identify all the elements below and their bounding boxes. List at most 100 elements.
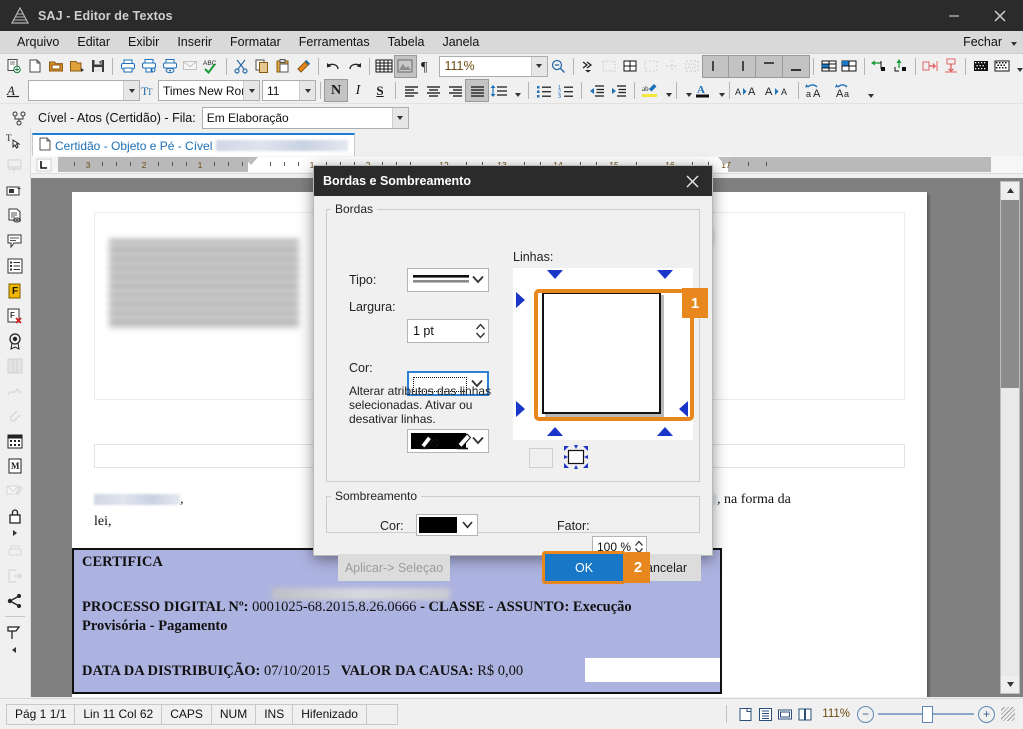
continuous-view-icon[interactable] (755, 705, 775, 723)
scrollbar-thumb[interactable] (1001, 200, 1019, 388)
cor-sombreamento-dropdown-arrow[interactable] (462, 518, 473, 532)
document-tab-certidao[interactable]: Certidão - Objeto e Pé - Cível (32, 133, 356, 156)
cut-icon[interactable] (231, 56, 252, 77)
vertical-line-icon[interactable] (701, 54, 731, 78)
numbered-list-icon[interactable]: 123 (555, 80, 577, 101)
insert-table-icon[interactable] (619, 56, 640, 77)
field-shading-icon[interactable] (598, 56, 619, 77)
largura-spinbox[interactable]: 1 pt (407, 319, 489, 343)
insert-bookmark-icon[interactable] (869, 56, 890, 77)
chevron-down-icon[interactable] (1011, 42, 1017, 46)
minimize-button[interactable] (931, 0, 977, 31)
blank-page-icon[interactable] (25, 56, 46, 77)
menu-arquivo[interactable]: Arquivo (8, 33, 68, 51)
tipo-combobox[interactable] (407, 268, 489, 292)
font-name-combobox[interactable]: Times New Romar (158, 80, 260, 101)
open-file-icon[interactable] (67, 56, 88, 77)
paragraph-style-combobox[interactable] (28, 80, 140, 101)
draw-border-icon[interactable] (455, 431, 475, 454)
delete-field-icon[interactable]: F (1, 303, 29, 328)
indent-marker-left[interactable] (244, 157, 258, 165)
line-toggle-left-top-icon[interactable] (516, 292, 525, 308)
italic-button[interactable]: I (347, 80, 369, 101)
increase-font-icon[interactable]: AA (734, 80, 764, 101)
merge-down-icon[interactable] (940, 56, 961, 77)
menu-editar[interactable]: Editar (68, 33, 119, 51)
attachment-icon[interactable] (1, 403, 29, 428)
insert-anchor-icon[interactable] (890, 56, 911, 77)
tipo-dropdown-arrow[interactable] (472, 273, 484, 287)
open-folder-icon[interactable] (46, 56, 67, 77)
justify-icon[interactable] (465, 79, 489, 102)
comment-icon[interactable] (1, 228, 29, 253)
line-spacing-icon[interactable] (488, 80, 510, 101)
highlight-dropdown-icon[interactable] (666, 92, 672, 97)
font-effects-icon[interactable]: A (4, 80, 26, 101)
largura-spin-buttons[interactable] (475, 323, 486, 339)
crosshair-icon[interactable] (661, 56, 682, 77)
shading-dark-icon[interactable] (970, 56, 991, 77)
model-icon[interactable]: M (1, 453, 29, 478)
mail-merge-icon[interactable] (1, 478, 29, 503)
align-center-icon[interactable] (422, 80, 444, 101)
lock-icon[interactable] (1, 503, 29, 528)
text-color-dropdown-icon[interactable] (719, 92, 725, 97)
bar-line-icon[interactable] (728, 54, 757, 78)
shading-dropdown-icon[interactable] (1016, 68, 1023, 72)
status-hifenizado[interactable]: Hifenizado (292, 703, 367, 725)
align-left-icon[interactable] (400, 80, 422, 101)
font-name-dropdown-arrow[interactable] (243, 81, 259, 100)
case-dropdown-icon[interactable] (868, 93, 874, 98)
rail-expand-icon[interactable] (1, 528, 29, 538)
spellcheck-icon[interactable]: ABC (201, 56, 222, 77)
table-borders-icon[interactable] (640, 56, 661, 77)
export-icon[interactable] (1, 563, 29, 588)
fila-combobox[interactable]: Em Elaboração (201, 107, 409, 129)
text-cursor-icon[interactable]: T (1, 128, 29, 153)
tab-stop-icon[interactable] (30, 157, 58, 172)
decrease-indent-icon[interactable] (586, 80, 608, 101)
email-icon[interactable] (180, 56, 201, 77)
cor-sombreamento-combobox[interactable] (416, 514, 478, 536)
status-num[interactable]: NUM (210, 703, 257, 725)
bottom-line-icon[interactable] (781, 54, 811, 78)
list-properties-icon[interactable] (1, 253, 29, 278)
insert-field-icon[interactable] (1, 178, 29, 203)
line-toggle-top-left-icon[interactable] (547, 270, 563, 279)
single-page-view-icon[interactable] (735, 705, 755, 723)
menu-formatar[interactable]: Formatar (221, 33, 290, 51)
save-icon[interactable] (88, 56, 109, 77)
zoom-combobox[interactable]: 111% (439, 55, 548, 77)
menu-janela[interactable]: Janela (433, 33, 488, 51)
top-line-icon[interactable] (754, 54, 784, 78)
image-frame-icon[interactable] (393, 54, 417, 78)
undo-icon[interactable] (323, 56, 344, 77)
calendar-icon[interactable] (1, 428, 29, 453)
no-border-preset-icon[interactable] (529, 448, 553, 468)
status-caps[interactable]: CAPS (161, 703, 212, 725)
printer-gray-icon[interactable] (1, 538, 29, 563)
print-view-icon[interactable] (159, 56, 180, 77)
zoom-in-button[interactable]: + (978, 705, 995, 723)
font-size-dropdown-arrow[interactable] (299, 81, 315, 100)
decrease-font-icon[interactable]: AA (764, 80, 794, 101)
web-view-icon[interactable] (775, 705, 795, 723)
bold-button[interactable]: N (324, 79, 348, 102)
zoom-icon[interactable] (548, 56, 569, 77)
line-toggle-bottom-left-icon[interactable] (547, 427, 563, 436)
paste-icon[interactable] (272, 56, 293, 77)
dialog-close-icon[interactable] (672, 166, 712, 196)
highlight-color-icon[interactable]: ab (639, 80, 661, 101)
print-preview-icon[interactable] (138, 56, 159, 77)
merge-right-icon[interactable] (919, 56, 940, 77)
share-icon[interactable] (1, 588, 29, 613)
erase-border-icon[interactable] (419, 431, 441, 454)
line-spacing-dropdown-icon[interactable] (515, 92, 521, 97)
line-toggle-top-right-icon[interactable] (657, 270, 673, 279)
vertical-scrollbar[interactable] (1000, 181, 1020, 694)
signature-icon[interactable] (1, 378, 29, 403)
columns-icon[interactable] (1, 353, 29, 378)
stamp-icon[interactable] (1, 620, 29, 645)
box-select-icon[interactable] (682, 56, 703, 77)
menu-inserir[interactable]: Inserir (168, 33, 221, 51)
